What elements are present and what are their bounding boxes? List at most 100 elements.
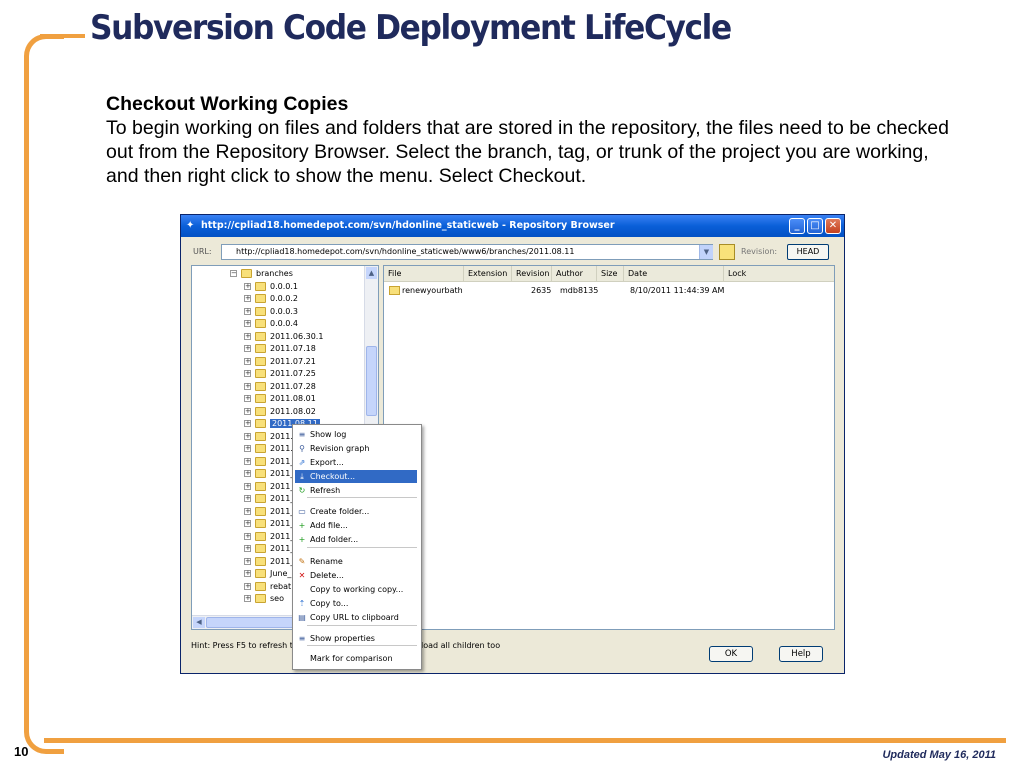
folder-icon bbox=[255, 419, 266, 428]
slide-title: Subversion Code Deployment LifeCycle bbox=[90, 8, 732, 48]
expand-icon[interactable]: + bbox=[244, 495, 251, 502]
tree-item-label: 0.0.0.3 bbox=[270, 306, 298, 316]
expand-icon[interactable]: + bbox=[244, 432, 251, 440]
scroll-thumb[interactable] bbox=[206, 617, 296, 628]
revision-head-button[interactable]: HEAD bbox=[787, 244, 829, 260]
column-header-date[interactable]: Date bbox=[624, 266, 724, 281]
file-list-header: File Extension Revision Author Size Date… bbox=[384, 266, 834, 282]
expand-icon[interactable]: + bbox=[244, 295, 251, 302]
expand-icon[interactable]: + bbox=[244, 307, 251, 315]
ok-button[interactable]: OK bbox=[709, 646, 753, 662]
expand-icon[interactable]: + bbox=[244, 345, 251, 352]
tree-item-label: 0.0.0.1 bbox=[270, 281, 298, 291]
menu-item-mark-for-comparison[interactable]: Mark for comparison bbox=[295, 652, 417, 665]
expand-icon[interactable]: + bbox=[244, 382, 251, 390]
column-header-revision[interactable]: Revision bbox=[512, 266, 552, 281]
menu-item-copy-url-to-clipboard[interactable]: ▤ Copy URL to clipboard bbox=[295, 611, 417, 624]
expand-icon[interactable]: + bbox=[244, 407, 251, 415]
window-title: http://cpliad18.homedepot.com/svn/hdonli… bbox=[201, 220, 615, 231]
collapse-icon[interactable]: − bbox=[230, 270, 237, 277]
url-combobox[interactable]: http://cpliad18.homedepot.com/svn/hdonli… bbox=[221, 244, 713, 260]
close-button[interactable]: ✕ bbox=[825, 218, 841, 234]
chevron-down-icon[interactable]: ▼ bbox=[699, 245, 713, 259]
column-header-author[interactable]: Author bbox=[552, 266, 597, 281]
expand-icon[interactable]: + bbox=[244, 457, 251, 465]
folder-icon bbox=[255, 469, 266, 478]
menu-item-revision-graph[interactable]: ⚲ Revision graph bbox=[295, 442, 417, 455]
column-header-file[interactable]: File bbox=[384, 266, 464, 281]
menu-item-create-folder[interactable]: ▭ Create folder... bbox=[295, 505, 417, 518]
tree-item-label: 2011.08.01 bbox=[270, 394, 316, 403]
browse-folder-button[interactable] bbox=[719, 244, 735, 260]
page-number: 10 bbox=[14, 744, 29, 759]
expand-icon[interactable]: + bbox=[244, 470, 251, 477]
slide-body: Checkout Working Copies To begin working… bbox=[106, 92, 966, 188]
menu-item-label: Refresh bbox=[310, 486, 341, 495]
copy-to-icon: ⇡ bbox=[298, 599, 306, 608]
expand-icon[interactable]: + bbox=[244, 532, 251, 540]
menu-item-label: Add folder... bbox=[310, 535, 359, 544]
menu-item-rename[interactable]: ✎ Rename bbox=[295, 555, 417, 568]
expand-icon[interactable]: + bbox=[244, 357, 251, 365]
help-button[interactable]: Help bbox=[779, 646, 823, 662]
menu-item-show-properties[interactable]: ≡ Show properties bbox=[295, 632, 417, 645]
folder-icon bbox=[255, 481, 266, 491]
menu-item-show-log[interactable]: ≡ Show log bbox=[295, 428, 417, 441]
tree-item-label: 2011_ bbox=[270, 544, 295, 553]
tree-item-label: 2011.07.25 bbox=[270, 369, 316, 378]
expand-icon[interactable]: + bbox=[244, 420, 251, 427]
refresh-icon: ↻ bbox=[298, 486, 306, 495]
file-list[interactable]: File Extension Revision Author Size Date… bbox=[383, 265, 835, 630]
folder-icon bbox=[255, 319, 266, 328]
expand-icon[interactable]: + bbox=[244, 557, 251, 565]
expand-icon[interactable]: + bbox=[244, 482, 251, 490]
tree-item-label: 2011_ bbox=[270, 556, 295, 566]
column-header-lock[interactable]: Lock bbox=[724, 266, 834, 281]
expand-icon[interactable]: + bbox=[244, 370, 251, 377]
expand-icon[interactable]: + bbox=[244, 507, 251, 515]
scroll-left-arrow-icon[interactable]: ◀ bbox=[193, 617, 205, 628]
checkout-icon: ⤓ bbox=[300, 472, 304, 481]
menu-separator bbox=[307, 645, 417, 646]
tree-item-label: branches bbox=[256, 269, 293, 278]
menu-item-add-file[interactable]: + Add file... bbox=[295, 519, 417, 532]
tree-item-label: 2011_ bbox=[270, 519, 295, 528]
scroll-up-arrow-icon[interactable]: ▲ bbox=[366, 267, 377, 279]
folder-icon bbox=[255, 544, 266, 553]
hint-text-continued: load all children too bbox=[421, 641, 501, 650]
tree-item-label: 2011_ bbox=[270, 469, 295, 478]
menu-item-label: Export... bbox=[310, 458, 344, 467]
menu-item-copy-to-working-copy[interactable]: Copy to working copy... bbox=[295, 583, 417, 596]
expand-icon[interactable]: + bbox=[244, 595, 251, 602]
expand-icon[interactable]: + bbox=[244, 582, 251, 590]
scroll-thumb[interactable] bbox=[366, 346, 377, 416]
folder-icon bbox=[255, 594, 266, 603]
folder-icon bbox=[255, 406, 266, 416]
expand-icon[interactable]: + bbox=[244, 445, 251, 452]
column-header-extension[interactable]: Extension bbox=[464, 266, 512, 281]
expand-icon[interactable]: + bbox=[244, 282, 251, 290]
expand-icon[interactable]: + bbox=[244, 520, 251, 527]
expand-icon[interactable]: + bbox=[244, 332, 251, 340]
menu-item-refresh[interactable]: ↻ Refresh bbox=[295, 484, 417, 497]
menu-item-add-folder[interactable]: + Add folder... bbox=[295, 533, 417, 546]
maximize-button[interactable]: □ bbox=[807, 218, 823, 234]
slide-body-text: To begin working on files and folders th… bbox=[106, 117, 949, 187]
folder-icon bbox=[255, 369, 266, 378]
tree-item-label: 2011_ bbox=[270, 481, 295, 491]
column-header-size[interactable]: Size bbox=[597, 266, 624, 281]
revision-label: Revision: bbox=[741, 247, 778, 256]
menu-item-export[interactable]: ⇗ Export... bbox=[295, 456, 417, 469]
window-titlebar[interactable]: ✦ http://cpliad18.homedepot.com/svn/hdon… bbox=[181, 215, 844, 237]
expand-icon[interactable]: + bbox=[244, 320, 251, 327]
minimize-button[interactable]: _ bbox=[789, 218, 805, 234]
folder-icon bbox=[389, 286, 400, 295]
expand-icon[interactable]: + bbox=[244, 545, 251, 552]
menu-item-checkout[interactable]: ⤓ Checkout... bbox=[295, 470, 417, 483]
expand-icon[interactable]: + bbox=[244, 395, 251, 402]
menu-item-copy-to[interactable]: ⇡ Copy to... bbox=[295, 597, 417, 610]
menu-item-label: Checkout... bbox=[310, 472, 356, 481]
menu-item-delete[interactable]: ✕ Delete... bbox=[295, 569, 417, 582]
updated-date: Updated May 16, 2011 bbox=[882, 749, 996, 761]
expand-icon[interactable]: + bbox=[244, 570, 251, 577]
